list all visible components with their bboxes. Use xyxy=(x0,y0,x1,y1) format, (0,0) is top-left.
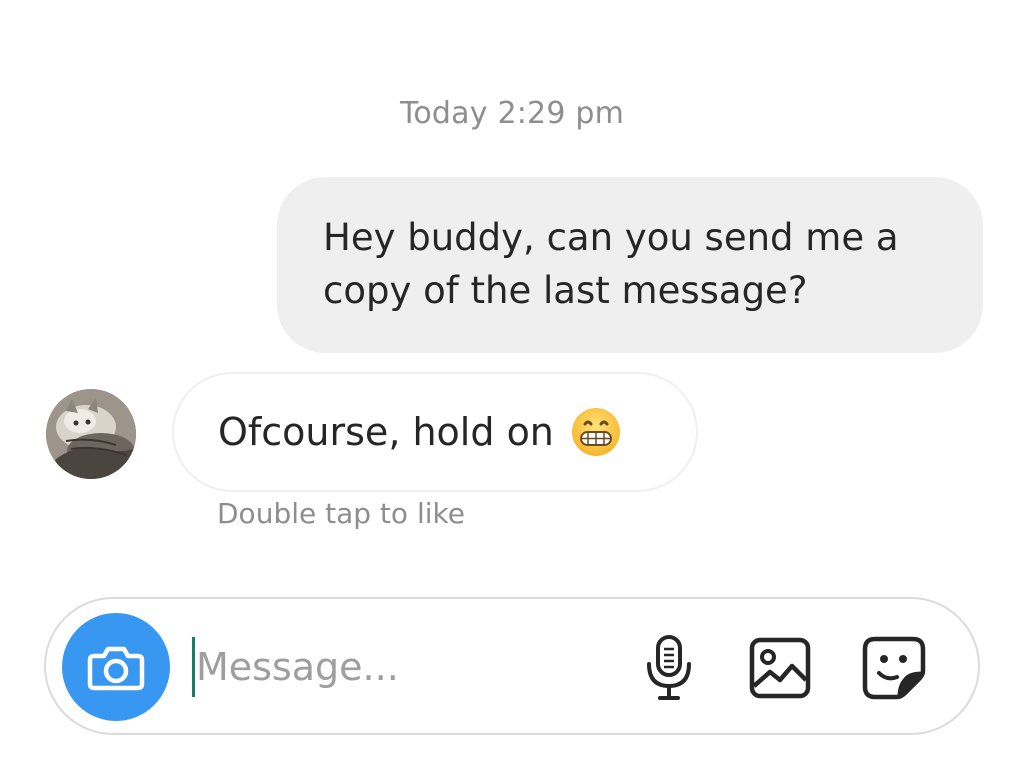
microphone-icon xyxy=(647,635,691,700)
outgoing-message-text: Hey buddy, can you send me a copy of the… xyxy=(323,216,899,312)
message-input[interactable] xyxy=(196,629,616,705)
sticker-button[interactable] xyxy=(861,633,927,703)
camera-button[interactable] xyxy=(62,613,170,721)
outgoing-message-bubble[interactable]: Hey buddy, can you send me a copy of the… xyxy=(277,177,983,353)
sticker-icon xyxy=(862,636,926,700)
double-tap-hint: Double tap to like xyxy=(217,497,465,530)
gallery-button[interactable] xyxy=(747,633,813,703)
grinning-face-emoji-icon xyxy=(570,406,622,458)
contact-avatar[interactable] xyxy=(46,389,136,479)
incoming-message-text: Ofcourse, hold on xyxy=(218,410,554,454)
cat-photo-icon xyxy=(46,389,136,479)
incoming-message-bubble[interactable]: Ofcourse, hold on xyxy=(172,372,698,492)
image-icon xyxy=(749,637,811,699)
text-cursor xyxy=(192,637,195,697)
chat-screen: Today 2:29 pm Hey buddy, can you send me… xyxy=(0,0,1024,771)
message-timestamp: Today 2:29 pm xyxy=(399,96,625,131)
camera-icon xyxy=(87,646,145,691)
message-composer xyxy=(44,597,980,735)
voice-message-button[interactable] xyxy=(636,633,702,703)
